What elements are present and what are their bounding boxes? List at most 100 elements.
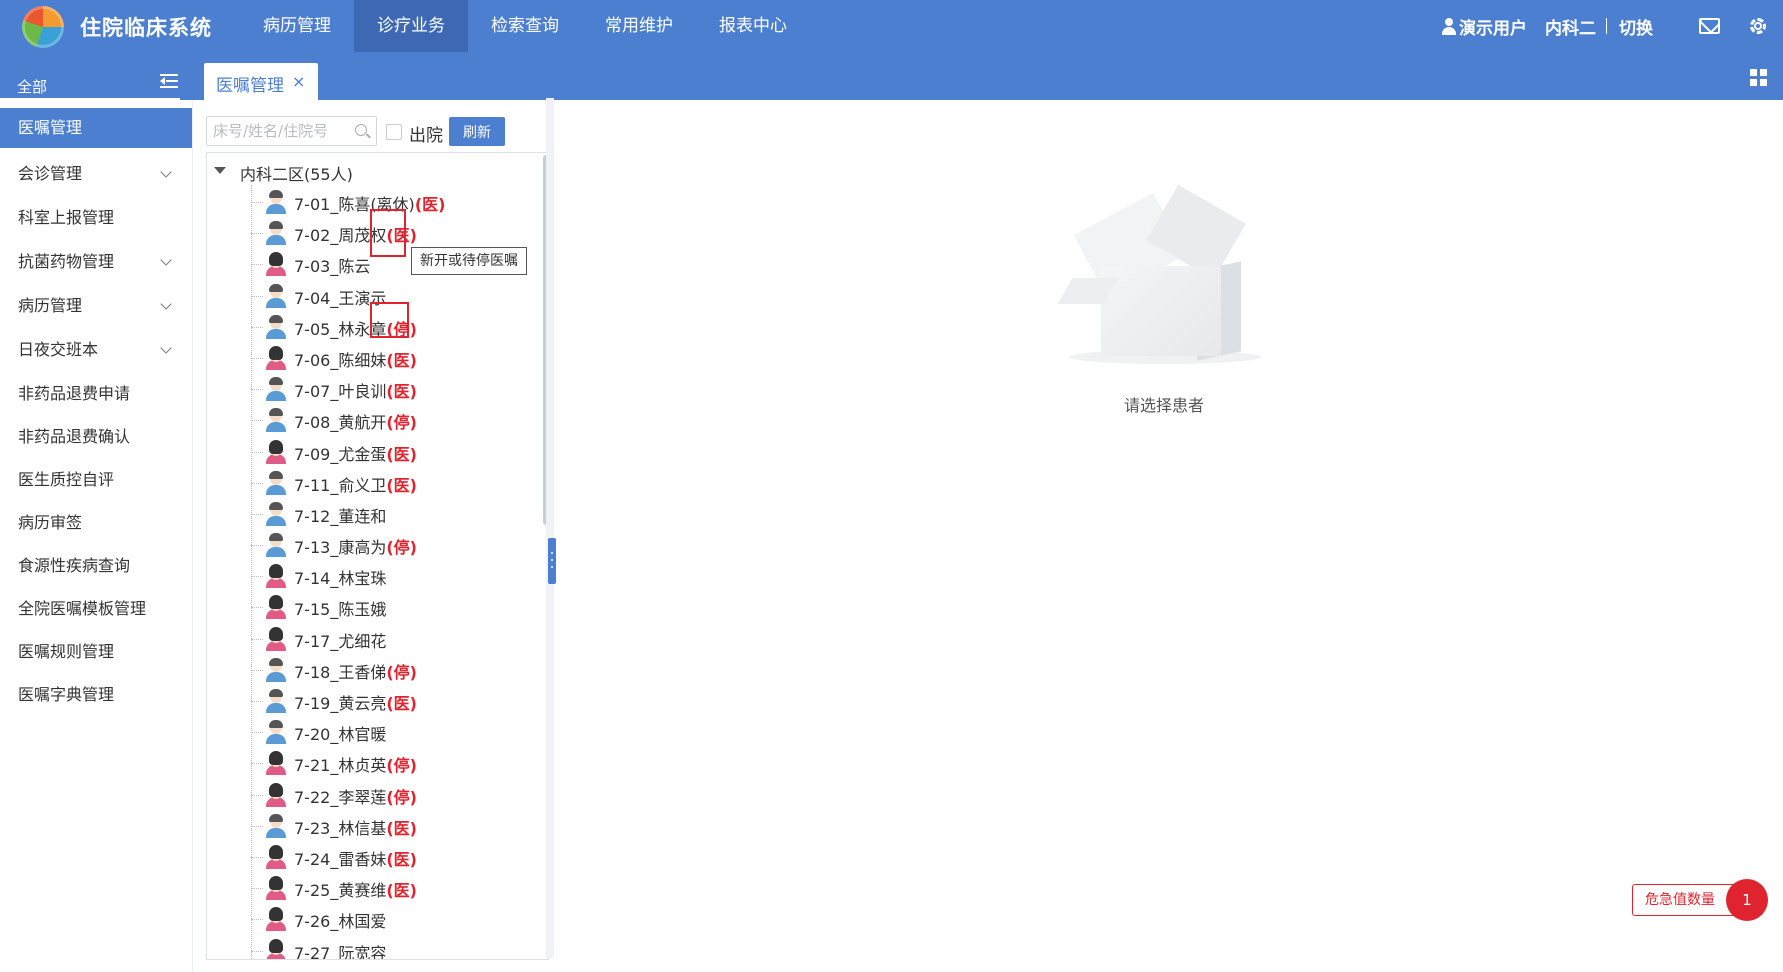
top-nav: 病历管理 诊疗业务 检索查询 常用维护 报表中心: [240, 0, 810, 52]
female-patient-icon: [265, 844, 287, 869]
topnav-item-reports[interactable]: 报表中心: [696, 0, 810, 52]
sidebar-item-foodborne-query[interactable]: 食源性疾病查询: [0, 544, 192, 587]
sidebar-item-antibiotics[interactable]: 抗菌药物管理: [0, 240, 192, 284]
gear-icon[interactable]: [1747, 15, 1769, 37]
patient-row[interactable]: 7-02_周茂权(医): [207, 218, 527, 249]
search-input[interactable]: [213, 121, 353, 141]
patient-row[interactable]: 7-26_林国爱: [207, 904, 527, 935]
patient-row[interactable]: 7-11_俞义卫(医): [207, 468, 527, 499]
patient-row[interactable]: 7-04_王演示: [207, 281, 527, 312]
refresh-button[interactable]: 刷新: [449, 117, 505, 146]
menu-all-label[interactable]: 全部: [17, 76, 47, 97]
female-patient-icon: [265, 876, 287, 901]
user-icon: [1441, 17, 1457, 35]
sidebar-item-order-dictionary[interactable]: 医嘱字典管理: [0, 673, 192, 716]
female-patient-icon: [265, 751, 287, 776]
patient-name: 7-09_尤金蛋(医): [294, 444, 417, 464]
order-status-badge: (停): [386, 662, 417, 682]
tab-order-management[interactable]: 医嘱管理 ×: [204, 63, 318, 100]
sidebar-item-consultation[interactable]: 会诊管理: [0, 152, 192, 196]
sidebar-item-order-templates[interactable]: 全院医嘱模板管理: [0, 587, 192, 630]
critical-value-count-badge[interactable]: 1: [1726, 879, 1768, 921]
patient-row[interactable]: 7-22_李翠莲(停): [207, 780, 527, 811]
tree-branch-line: [251, 233, 263, 235]
patient-name: 7-19_黄云亮(医): [294, 694, 417, 713]
topnav-item-medical-records[interactable]: 病历管理: [240, 0, 354, 52]
switch-department-link[interactable]: 切换: [1619, 14, 1653, 39]
discharge-label: 出院: [409, 126, 443, 146]
tab-label: 医嘱管理: [216, 76, 284, 96]
sidebar-item-label: 非药品退费确认: [18, 427, 131, 446]
sidebar-item-record-review[interactable]: 病历审签: [0, 501, 192, 544]
ward-label: 内科二区(55人): [240, 165, 353, 184]
patient-row[interactable]: 7-17_尤细花: [207, 624, 527, 655]
tree-branch-line: [251, 794, 263, 796]
patient-row[interactable]: 7-18_王香俤(停): [207, 655, 527, 686]
sidebar-item-medical-records[interactable]: 病历管理: [0, 284, 192, 328]
discharge-checkbox[interactable]: [386, 124, 402, 140]
patient-name: 7-26_林国爱: [294, 912, 387, 932]
patient-row[interactable]: 7-06_陈细妹(医): [207, 343, 527, 374]
chevron-down-icon: [160, 254, 172, 266]
sidebar-item-quality-self-eval[interactable]: 医生质控自评: [0, 458, 192, 501]
current-user[interactable]: 演示用户: [1459, 14, 1527, 39]
topnav-item-clinical-services[interactable]: 诊疗业务: [354, 0, 468, 52]
patient-row[interactable]: 7-23_林信基(医): [207, 811, 527, 842]
patient-row[interactable]: 7-21_林贞英(停): [207, 748, 527, 779]
female-patient-icon: [265, 782, 287, 807]
male-patient-icon: [265, 221, 287, 246]
order-status-badge: (医): [386, 350, 417, 370]
splitter-handle[interactable]: [548, 538, 556, 584]
patient-row[interactable]: 7-24_雷香妹(医): [207, 842, 527, 873]
sidebar-item-refund-confirm[interactable]: 非药品退费确认: [0, 415, 192, 458]
patient-name: 7-12_董连和: [294, 506, 387, 526]
sidebar-item-dept-report[interactable]: 科室上报管理: [0, 196, 192, 240]
patient-row[interactable]: 7-19_黄云亮(医): [207, 686, 527, 717]
tree-branch-line: [251, 451, 263, 453]
patient-row[interactable]: 7-27_阮宽容: [207, 936, 527, 959]
tree-branch-line: [251, 638, 263, 640]
grid-icon[interactable]: [1750, 69, 1767, 86]
patient-row[interactable]: 7-01_陈喜(离休)(医): [207, 187, 527, 218]
patient-row[interactable]: 7-05_林永章(停): [207, 312, 527, 343]
patient-name: 7-21_林贞英(停): [294, 756, 417, 776]
male-patient-icon: [265, 533, 287, 558]
male-patient-icon: [265, 377, 287, 402]
header-divider: [1606, 18, 1607, 34]
caret-down-icon[interactable]: [214, 167, 226, 174]
sidebar-item-label: 病历审签: [18, 513, 83, 532]
patient-row[interactable]: 7-08_黄航开(停): [207, 405, 527, 436]
sidebar-item-order-rules[interactable]: 医嘱规则管理: [0, 630, 192, 673]
male-patient-icon: [265, 813, 287, 838]
sidebar-item-shift-handover[interactable]: 日夜交班本: [0, 328, 192, 372]
patient-row[interactable]: 7-09_尤金蛋(医): [207, 437, 527, 468]
patient-row[interactable]: 7-12_董连和: [207, 499, 527, 530]
patient-name: 7-07_叶良训(医): [294, 382, 417, 402]
patient-row[interactable]: 7-15_陈玉娥: [207, 592, 527, 623]
mail-icon[interactable]: [1699, 18, 1720, 34]
tree-branch-line: [251, 576, 263, 578]
male-patient-icon: [265, 720, 287, 745]
patient-row[interactable]: 7-13_康高为(停): [207, 530, 527, 561]
sidebar-item-order-management[interactable]: 医嘱管理: [0, 108, 192, 148]
sidebar-item-refund-request[interactable]: 非药品退费申请: [0, 372, 192, 415]
patient-name: 7-08_黄航开(停): [294, 413, 417, 433]
close-icon[interactable]: ×: [292, 74, 305, 90]
patient-row[interactable]: 7-07_叶良训(医): [207, 374, 527, 405]
patient-row[interactable]: 7-14_林宝珠: [207, 561, 527, 592]
topnav-item-maintenance[interactable]: 常用维护: [582, 0, 696, 52]
topnav-item-search[interactable]: 检索查询: [468, 0, 582, 52]
female-patient-icon: [265, 564, 287, 589]
tree-branch-line: [251, 295, 263, 297]
tree-branch-line: [251, 825, 263, 827]
sidebar-item-label: 全院医嘱模板管理: [18, 599, 147, 618]
patient-row[interactable]: 7-20_林官暖: [207, 717, 527, 748]
tab-bar: 全部 医嘱管理 ×: [0, 52, 1783, 100]
sidebar-item-label: 科室上报管理: [18, 208, 115, 227]
male-patient-icon: [265, 689, 287, 713]
order-status-badge: (医): [386, 818, 417, 838]
collapse-sidebar-icon[interactable]: [160, 74, 178, 88]
patient-row[interactable]: 7-25_黄赛维(医): [207, 873, 527, 904]
search-icon[interactable]: [355, 124, 367, 136]
highlight-box-order-badge: [370, 209, 406, 257]
